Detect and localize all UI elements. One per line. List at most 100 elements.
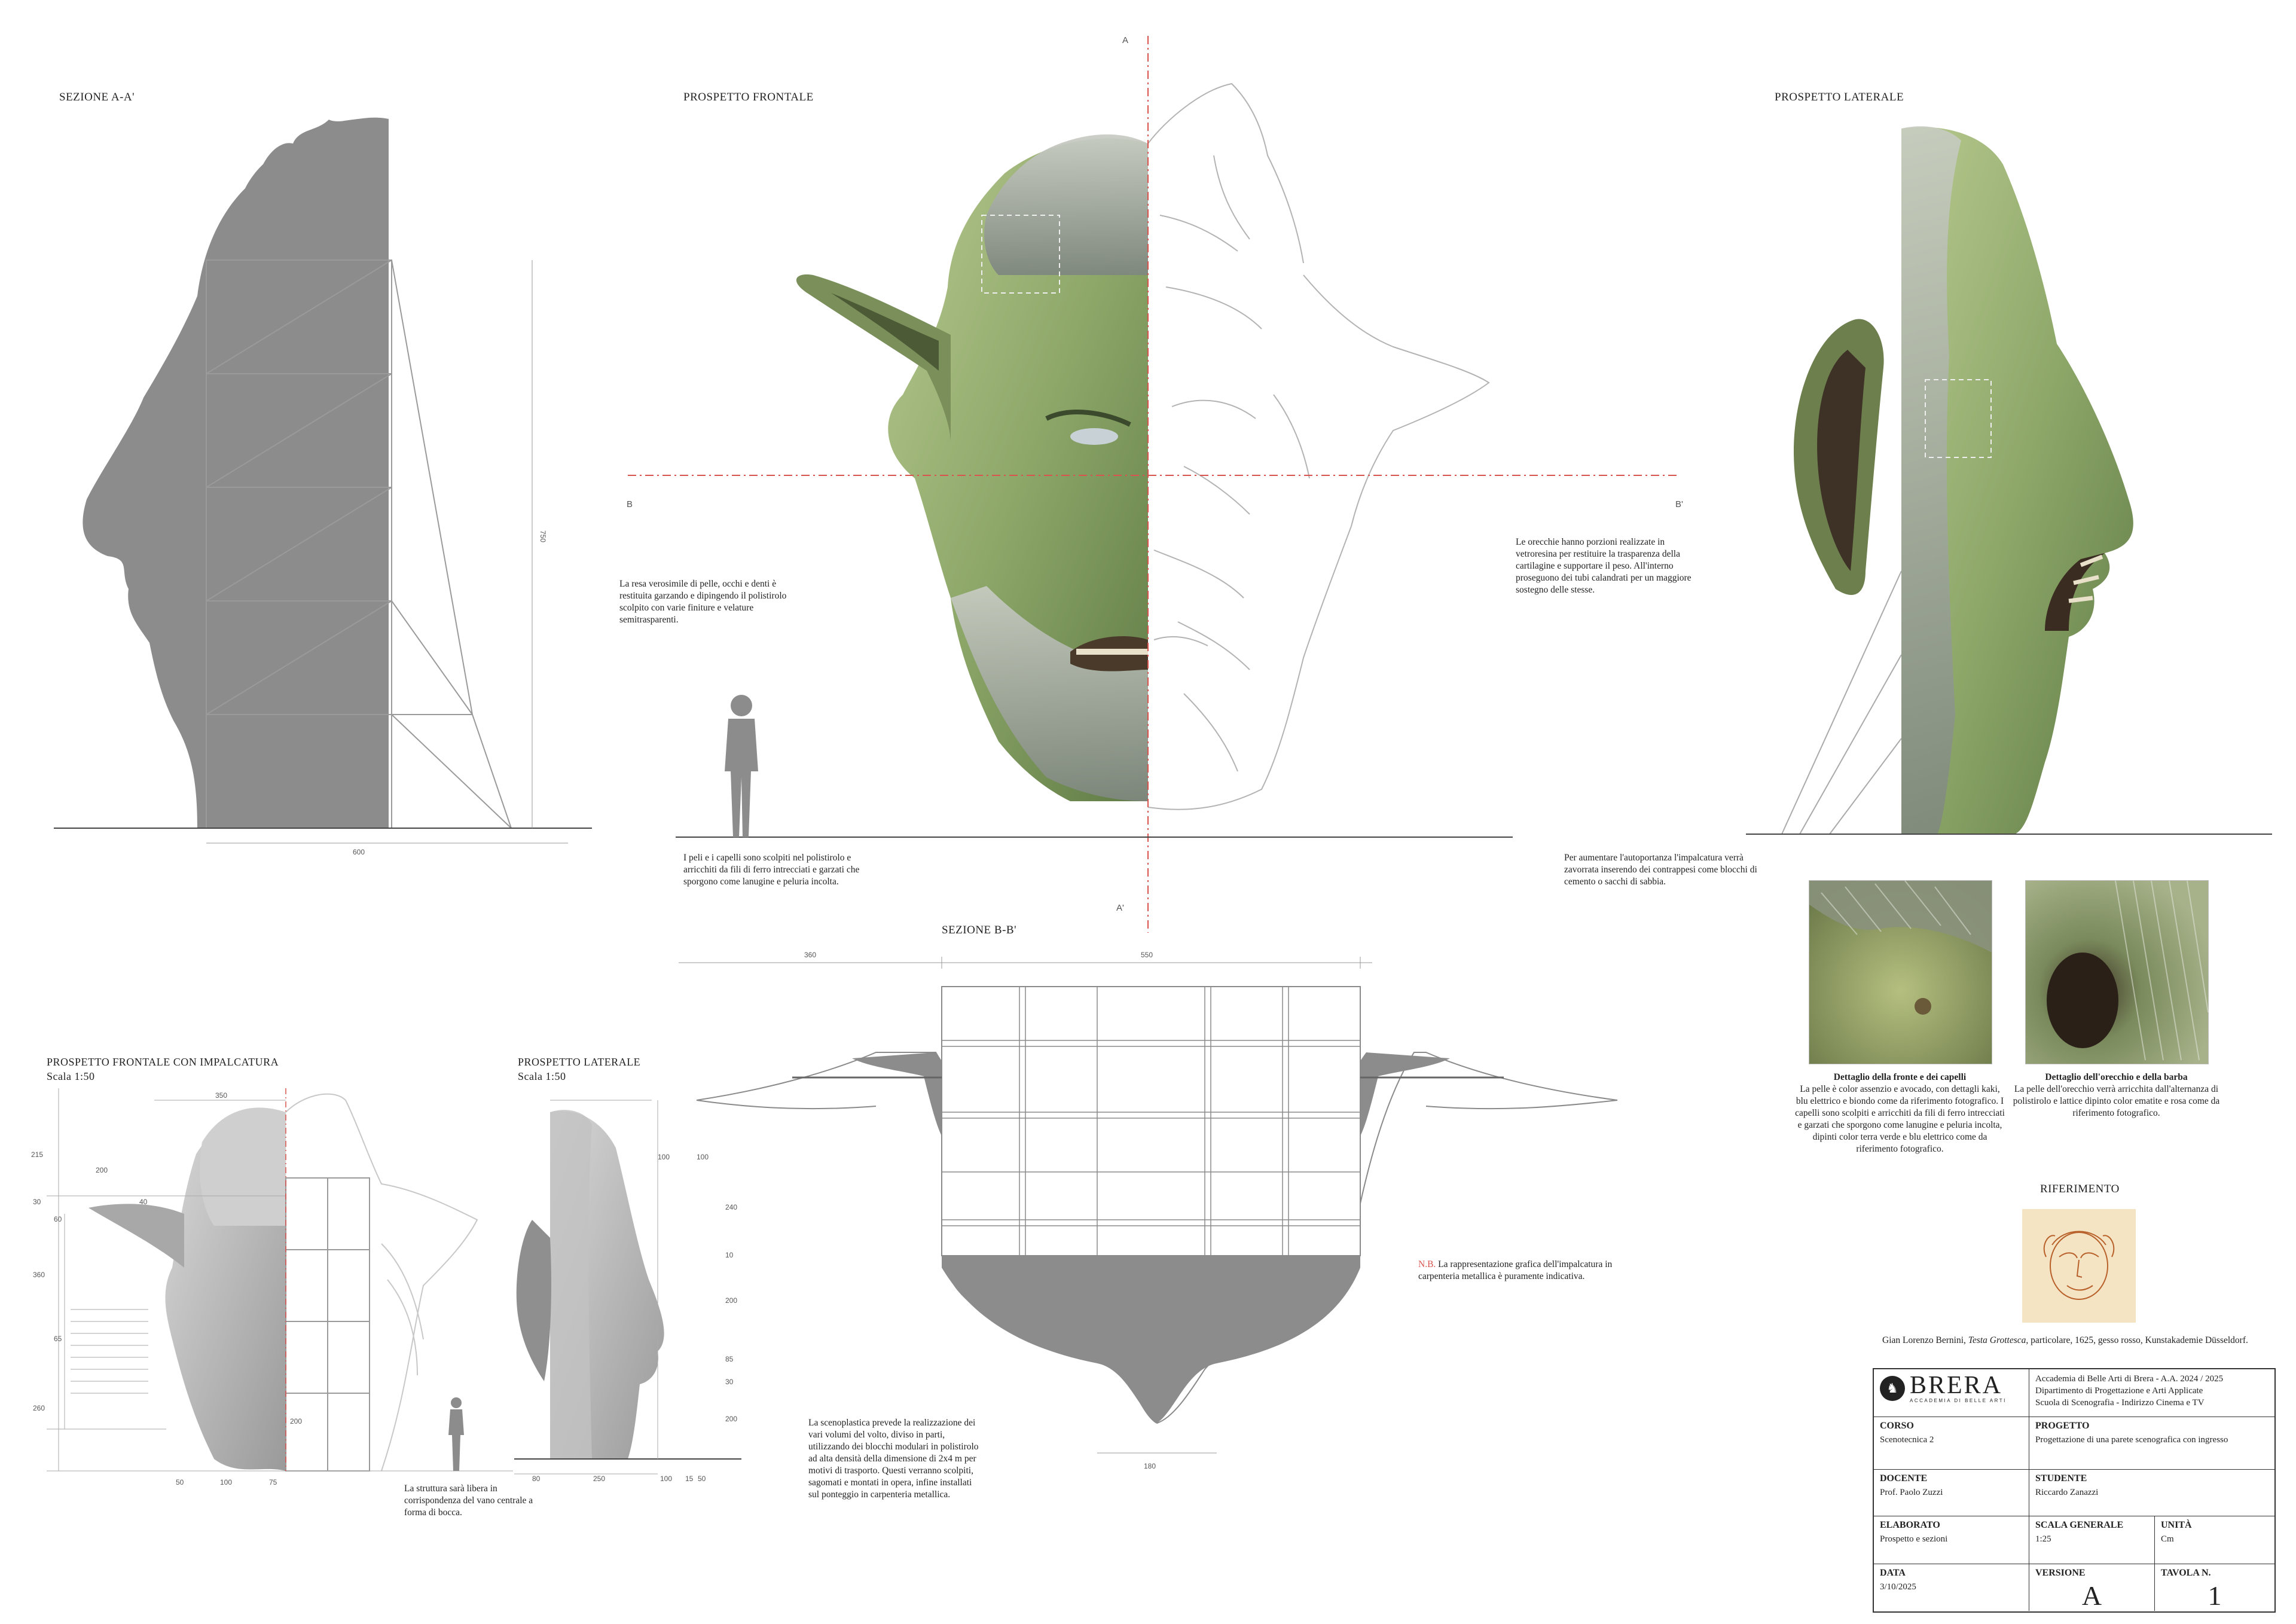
front-scaffold-drawing bbox=[47, 1088, 513, 1472]
reference-caption-title: Testa Grottesca bbox=[1968, 1335, 2026, 1345]
note-hair: I peli e i capelli sono scolpiti nel pol… bbox=[683, 853, 860, 887]
section-aa-drawing bbox=[54, 117, 592, 844]
progetto-cell: PROGETTO Progettazione di una parete sce… bbox=[2029, 1417, 2274, 1470]
section-bb-title: SEZIONE B-B' bbox=[942, 924, 1017, 936]
detail-ear-title: Dettaglio dell'orecchio e della barba bbox=[2045, 1072, 2188, 1082]
reference-sketch bbox=[2022, 1209, 2136, 1323]
unita-label: UNITÀ bbox=[2161, 1520, 2192, 1530]
tavola-label: TAVOLA N. bbox=[2161, 1568, 2211, 1578]
dim-ss-r1: 240 bbox=[725, 1203, 738, 1211]
detail-forehead-photo bbox=[1809, 880, 1992, 1064]
logo: ♞ BRERA ACCADEMIA DI BELLE ARTI bbox=[1880, 1373, 2023, 1403]
scala-value: 1:25 bbox=[2035, 1534, 2051, 1544]
front-scaffold-title: PROSPETTO FRONTALE CON IMPALCATURA bbox=[47, 1056, 279, 1068]
institution-line-2: Dipartimento di Progettazione e Arti App… bbox=[2035, 1386, 2203, 1396]
dim-bb-right: 550 bbox=[1141, 951, 1153, 959]
note-nb: N.B. La rappresentazione grafica dell'im… bbox=[1418, 1259, 1634, 1283]
institution-line-3: Scuola di Scenografia - Indirizzo Cinema… bbox=[2035, 1398, 2205, 1408]
versione-value: A bbox=[2081, 1580, 2102, 1611]
dim-sf-bottom: 200 bbox=[290, 1417, 303, 1425]
dim-ss-base5: 50 bbox=[698, 1475, 706, 1483]
detail-forehead-text: La pelle è color assenzio e avocado, con… bbox=[1795, 1084, 2005, 1154]
dim-ss-r3: 85 bbox=[725, 1355, 734, 1363]
dim-ss-top2: 100 bbox=[697, 1153, 709, 1161]
dim-sf-base3: 75 bbox=[269, 1478, 277, 1486]
detail-forehead-caption: Dettaglio della fronte e dei capelli La … bbox=[1794, 1072, 2006, 1155]
dim-sf-d: 60 bbox=[54, 1215, 62, 1223]
dim-bb-bottom: 180 bbox=[1144, 1462, 1156, 1470]
dim-ss-r4: 30 bbox=[725, 1378, 734, 1386]
versione-cell: VERSIONE A bbox=[2029, 1564, 2155, 1611]
detail-ear-text: La pelle dell'orecchio verrà arricchita … bbox=[2013, 1084, 2220, 1118]
elaborato-cell: ELABORATO Prospetto e sezioni bbox=[1874, 1516, 2029, 1564]
data-label: DATA bbox=[1880, 1568, 1906, 1578]
unita-cell: UNITÀ Cm bbox=[2155, 1516, 2274, 1564]
tavola-value: 1 bbox=[2208, 1580, 2222, 1611]
docente-value: Prof. Paolo Zuzzi bbox=[1880, 1488, 1943, 1497]
dim-ss-r2: 200 bbox=[725, 1296, 738, 1305]
brera-emblem-icon: ♞ bbox=[1880, 1375, 1905, 1401]
dim-sf-base1: 50 bbox=[176, 1478, 184, 1486]
docente-label: DOCENTE bbox=[1880, 1473, 1928, 1483]
side-small-scale: Scala 1:50 bbox=[518, 1070, 566, 1082]
corso-label: CORSO bbox=[1880, 1421, 1914, 1431]
dim-ss-base2: 250 bbox=[593, 1475, 606, 1483]
note-nb-label: N.B. bbox=[1418, 1259, 1436, 1269]
detail-forehead-title: Dettaglio della fronte e dei capelli bbox=[1833, 1072, 1967, 1082]
section-mark-b-right: B' bbox=[1675, 499, 1683, 509]
studente-cell: STUDENTE Riccardo Zanazzi bbox=[2029, 1470, 2274, 1516]
dim-sf-e: 40 bbox=[139, 1198, 148, 1206]
note-blocks: La scenoplastica prevede la realizzazion… bbox=[808, 1418, 979, 1500]
scala-cell: SCALA GENERALE 1:25 bbox=[2029, 1516, 2155, 1564]
note-ballast: Per aumentare l'autoportanza l'impalcatu… bbox=[1564, 853, 1757, 887]
title-block: ♞ BRERA ACCADEMIA DI BELLE ARTI Accademi… bbox=[1873, 1368, 2276, 1613]
scala-label: SCALA GENERALE bbox=[2035, 1520, 2124, 1530]
dim-sf-h2: 260 bbox=[33, 1404, 45, 1412]
progetto-label: PROGETTO bbox=[2035, 1421, 2090, 1431]
dim-ss-r5: 200 bbox=[725, 1415, 738, 1423]
dim-bb-left: 360 bbox=[804, 951, 817, 959]
reference-caption-rest: , particolare, 1625, gesso rosso, Kunsta… bbox=[2026, 1335, 2248, 1345]
data-value: 3/10/2025 bbox=[1880, 1582, 1916, 1592]
tavola-cell: TAVOLA N. 1 bbox=[2155, 1564, 2274, 1611]
reference-caption-author: Gian Lorenzo Bernini, bbox=[1882, 1335, 1968, 1345]
section-aa-title: SEZIONE A-A' bbox=[59, 91, 135, 103]
studente-label: STUDENTE bbox=[2035, 1473, 2087, 1483]
side-elevation-drawing bbox=[1746, 126, 2272, 835]
data-cell: DATA 3/10/2025 bbox=[1874, 1564, 2029, 1611]
front-elevation-drawing bbox=[628, 36, 1680, 933]
logo-subtitle: ACCADEMIA DI BELLE ARTI bbox=[1910, 1398, 2007, 1403]
dim-aa-height: 750 bbox=[539, 530, 548, 543]
studente-value: Riccardo Zanazzi bbox=[2035, 1488, 2099, 1497]
institution-cell: Accademia di Belle Arti di Brera - A.A. … bbox=[2029, 1369, 2274, 1417]
dim-aa-width: 600 bbox=[353, 848, 365, 856]
section-mark-a-bottom: A' bbox=[1116, 903, 1124, 913]
dim-ss-base1: 80 bbox=[532, 1475, 541, 1483]
section-mark-b-left: B bbox=[627, 499, 633, 509]
versione-label: VERSIONE bbox=[2035, 1568, 2086, 1578]
note-skin: La resa verosimile di pelle, occhi e den… bbox=[619, 579, 787, 625]
corso-value: Scenotecnica 2 bbox=[1880, 1435, 1934, 1445]
detail-ear-photo bbox=[2025, 880, 2209, 1064]
section-bb-drawing bbox=[679, 957, 1618, 1454]
side-small-title: PROSPETTO LATERALE bbox=[518, 1056, 641, 1068]
note-mouth: La struttura sarà libera in corrisponden… bbox=[404, 1483, 533, 1518]
dim-sf-a: 200 bbox=[96, 1166, 108, 1174]
note-nb-text: La rappresentazione grafica dell'impalca… bbox=[1418, 1259, 1613, 1281]
section-mark-a-top: A bbox=[1122, 35, 1129, 45]
front-scaffold-scale: Scala 1:50 bbox=[47, 1070, 95, 1082]
reference-title: RIFERIMENTO bbox=[2040, 1183, 2120, 1195]
dim-sf-b: 215 bbox=[31, 1150, 44, 1159]
elaborato-value: Prospetto e sezioni bbox=[1880, 1534, 1948, 1544]
note-ears: Le orecchie hanno porzioni realizzate in… bbox=[1516, 537, 1692, 595]
side-title: PROSPETTO LATERALE bbox=[1775, 91, 1904, 103]
docente-cell: DOCENTE Prof. Paolo Zuzzi bbox=[1874, 1470, 2029, 1516]
institution-line-1: Accademia di Belle Arti di Brera - A.A. … bbox=[2035, 1374, 2224, 1384]
dim-sf-c: 30 bbox=[33, 1198, 41, 1206]
corso-cell: CORSO Scenotecnica 2 bbox=[1874, 1417, 2029, 1470]
unita-value: Cm bbox=[2161, 1534, 2174, 1544]
dim-sf-h1: 360 bbox=[33, 1271, 45, 1279]
dim-sf-top: 350 bbox=[215, 1091, 228, 1100]
reference-caption: Gian Lorenzo Bernini, Testa Grottesca, p… bbox=[1882, 1335, 2271, 1347]
dim-sf-base2: 100 bbox=[220, 1478, 233, 1486]
